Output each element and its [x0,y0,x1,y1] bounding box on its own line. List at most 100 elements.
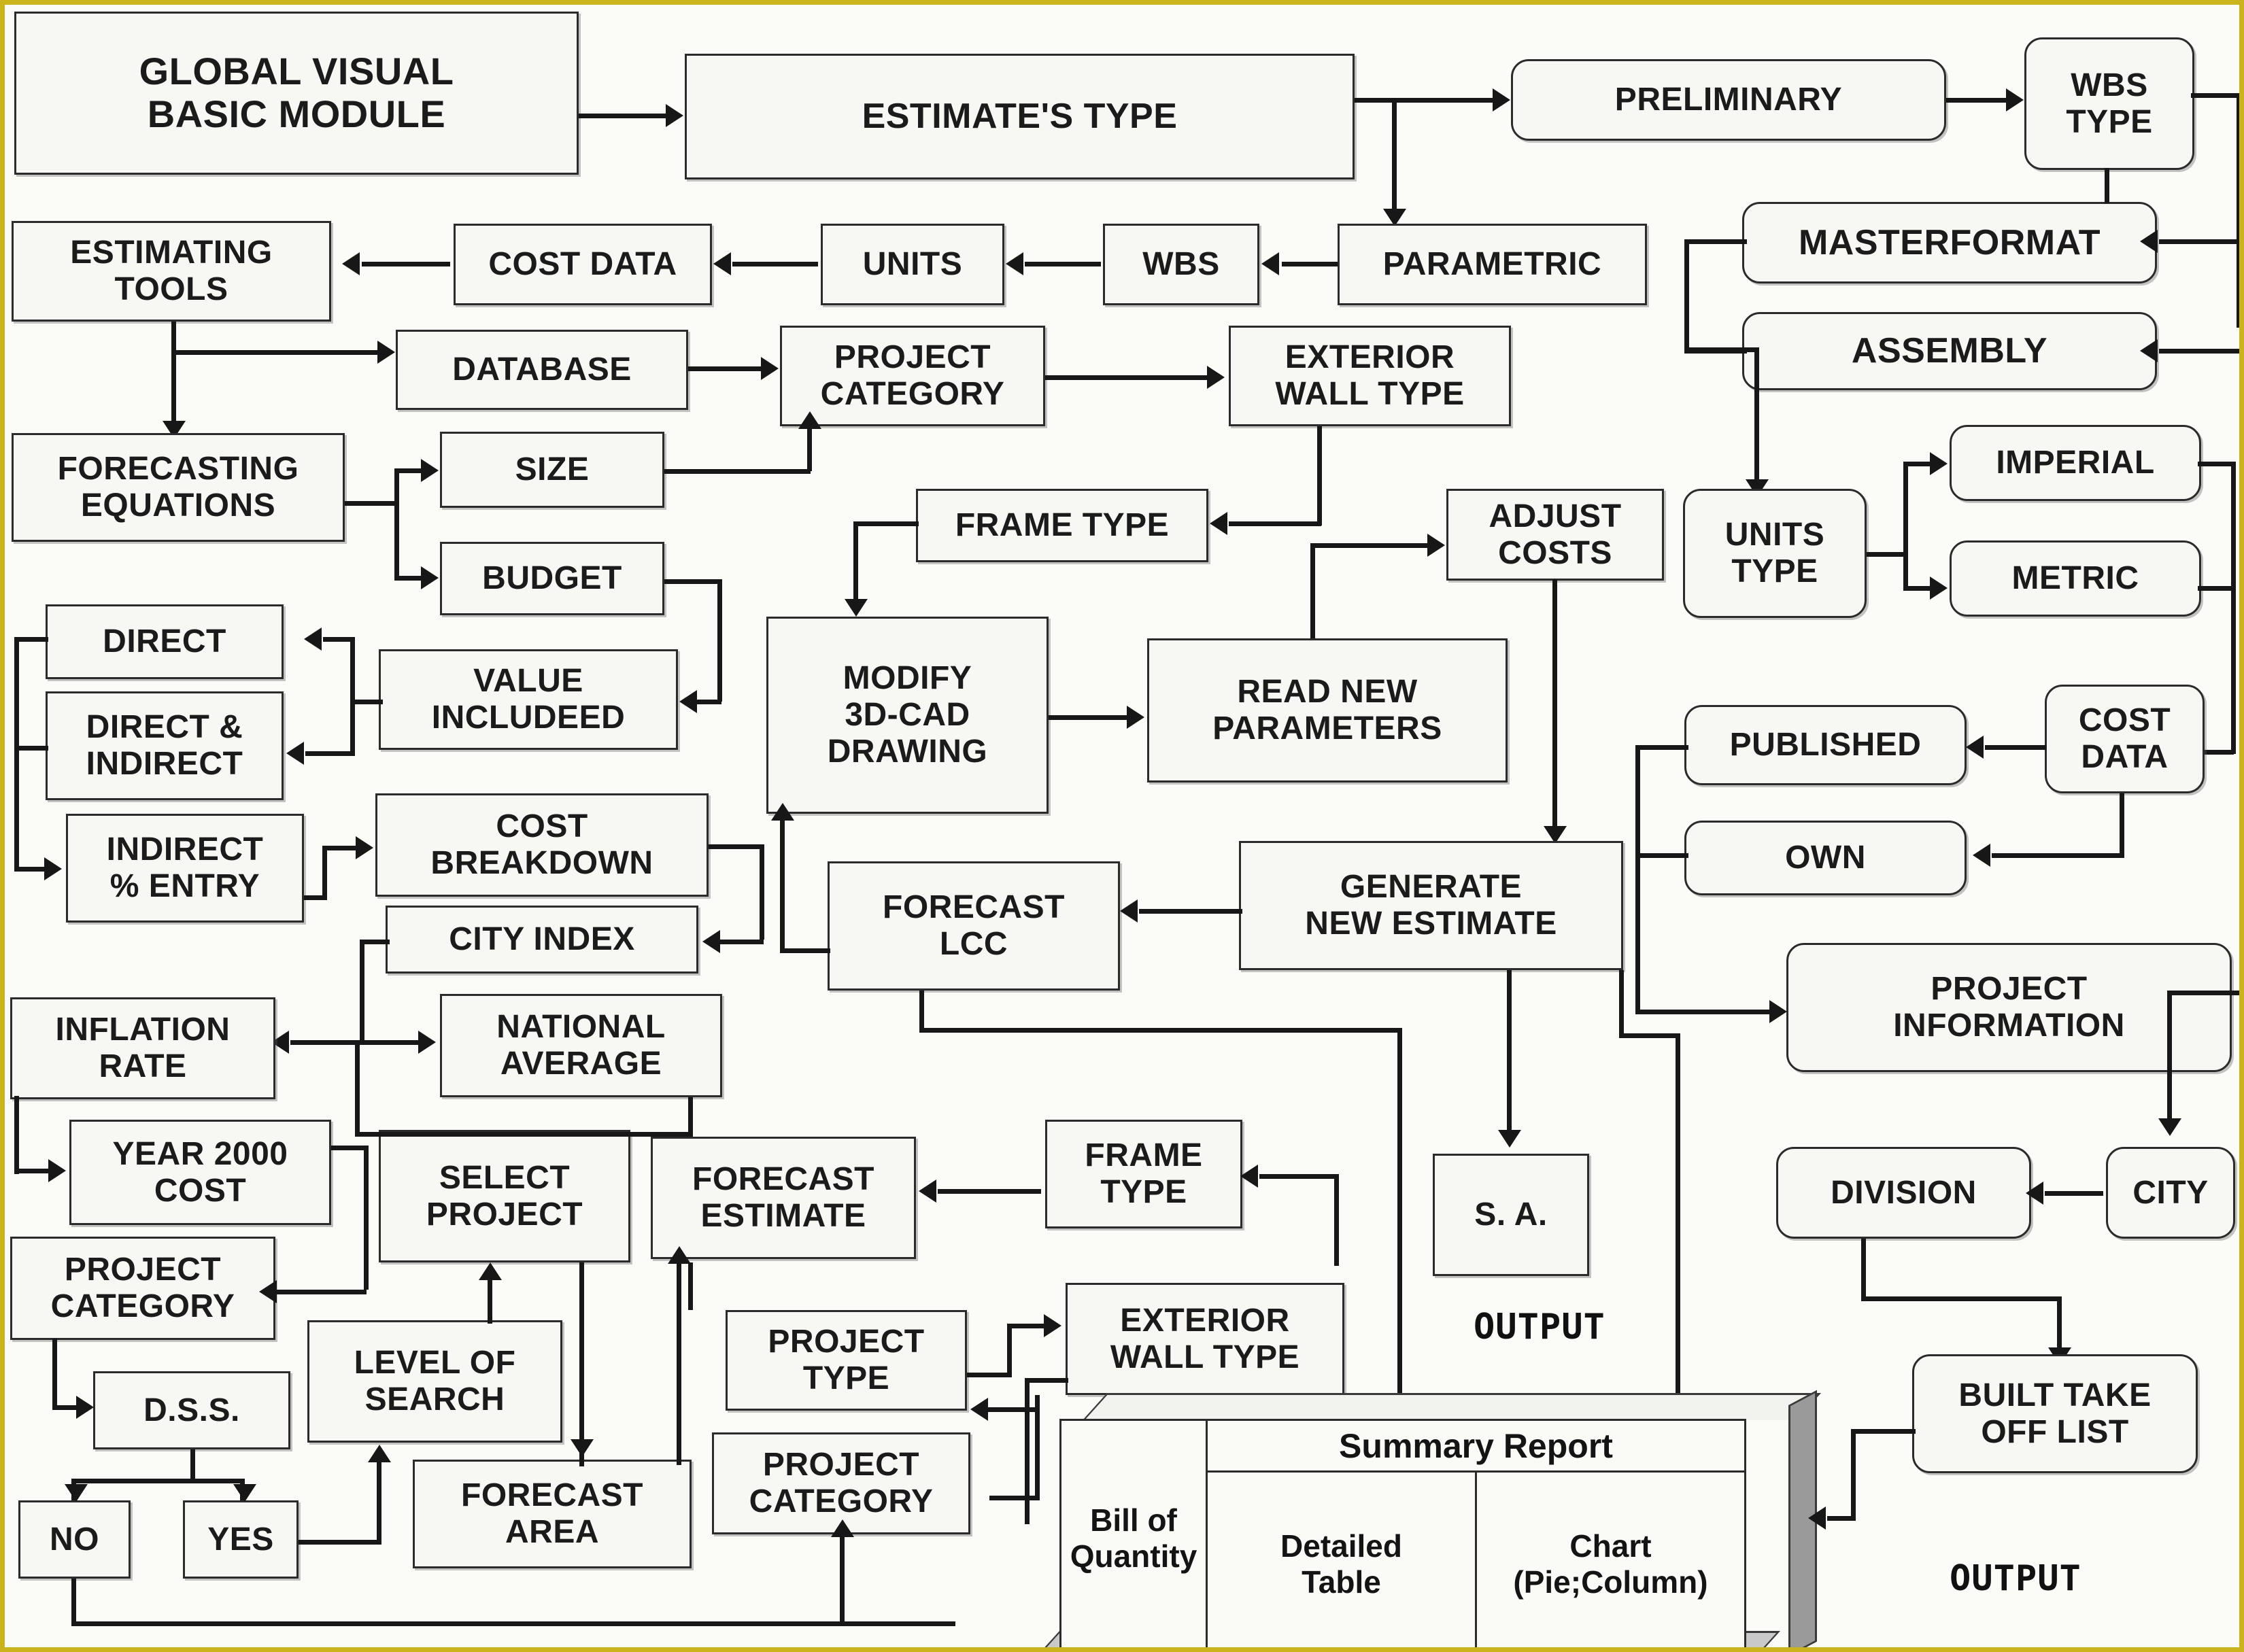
connector-mf-asm-left-spine [1684,239,1689,351]
node-cost-data-right[interactable]: COST DATA [2045,685,2205,793]
node-masterformat[interactable]: MASTERFORMAT [1742,202,2157,283]
node-forecast-estimate[interactable]: FORECAST ESTIMATE [651,1137,916,1259]
node-project-information[interactable]: PROJECT INFORMATION [1786,943,2232,1072]
node-exterior-wall-type-top[interactable]: EXTERIOR WALL TYPE [1229,326,1511,426]
connector-btol-to-report [1827,1516,1856,1521]
connector-left-spine [14,637,19,872]
connector-readnew-to-adjust [1310,543,1430,548]
arrow-spine-to-indirect [44,857,62,880]
arrow-fork-to-budget [421,566,439,589]
node-frame-type-bottom[interactable]: FRAME TYPE [1045,1120,1242,1228]
connector-division-h [1861,1296,2062,1301]
node-global-visual-basic-module[interactable]: GLOBAL VISUAL BASIC MODULE [14,12,579,175]
connector-btol-down [1851,1429,1856,1521]
node-units[interactable]: UNITS [821,224,1004,305]
node-database[interactable]: DATABASE [396,330,688,410]
node-built-take-off-list[interactable]: BUILT TAKE OFF LIST [1912,1354,2198,1473]
arrow-extwallb-to-frametype [1240,1165,1258,1188]
node-select-project[interactable]: SELECT PROJECT [379,1130,630,1262]
connector-preliminary-to-wbstype [1946,98,2007,103]
node-wbs-type[interactable]: WBS TYPE [2024,37,2194,170]
node-indirect-pct-entry[interactable]: INDIRECT % ENTRY [66,814,304,923]
node-parametric[interactable]: PARAMETRIC [1338,224,1647,305]
connector-estimates-to-parametric [1392,100,1397,212]
connector-rail-to-projinfo [1635,1010,1771,1014]
node-imperial[interactable]: IMPERIAL [1950,425,2201,501]
connector-levelofsearch-to-select [488,1277,492,1324]
connector-tools-down-stub [171,322,176,354]
node-value-includeed[interactable]: VALUE INCLUDEED [379,649,678,750]
connector-spine-indirect [14,867,47,872]
node-wbs[interactable]: WBS [1103,224,1259,305]
node-generate-new-estimate[interactable]: GENERATE NEW ESTIMATE [1239,841,1623,970]
connector-size-right [664,469,811,474]
node-forecasting-equations[interactable]: FORECASTING EQUATIONS [12,433,345,542]
label-output-center: OUTPUT [1474,1307,1605,1347]
arrow-projcat-to-extwall [1207,366,1225,389]
node-read-new-parameters[interactable]: READ NEW PARAMETERS [1147,638,1508,782]
arrow-readnew-to-adjust [1427,534,1445,557]
node-year-2000-cost[interactable]: YEAR 2000 COST [69,1120,331,1225]
node-budget[interactable]: BUDGET [440,542,664,615]
connector-budget-loop-v [717,579,722,702]
node-assembly[interactable]: ASSEMBLY [1742,312,2157,390]
node-city[interactable]: CITY [2106,1147,2235,1239]
connector-units-to-costdata [732,262,818,266]
connector-tools-to-forecasting [171,350,176,425]
arrow-btol-to-report [1808,1507,1826,1530]
node-sa[interactable]: S. A. [1433,1154,1589,1276]
node-preliminary[interactable]: PRELIMINARY [1511,59,1946,141]
node-city-index[interactable]: CITY INDEX [386,906,698,974]
arrow-to-national-average [418,1031,436,1054]
node-cost-breakdown[interactable]: COST BREAKDOWN [375,793,709,897]
node-division[interactable]: DIVISION [1776,1147,2031,1239]
node-units-type[interactable]: UNITS TYPE [1683,489,1867,618]
node-dss[interactable]: D.S.S. [93,1371,290,1449]
report-chart-cell: Chart (Pie;Column) [1513,1528,1708,1600]
connector-frametype-down [853,521,858,603]
node-forecast-area[interactable]: FORECAST AREA [413,1460,692,1568]
flowchart-canvas: GLOBAL VISUAL BASIC MODULE ESTIMATE'S TY… [0,0,2244,1652]
arrow-fork-to-imperial [1930,452,1948,475]
node-project-type[interactable]: PROJECT TYPE [726,1310,967,1411]
node-national-average[interactable]: NATIONAL AVERAGE [440,994,722,1097]
connector-division-down [1861,1239,1866,1301]
node-forecast-lcc[interactable]: FORECAST LCC [828,861,1120,991]
node-project-category-left[interactable]: PROJECT CATEGORY [10,1237,275,1340]
node-adjust-costs[interactable]: ADJUST COSTS [1446,489,1664,581]
connector-national-loop-h [355,1132,692,1137]
connector-cityindex-to-inflation [290,1040,362,1045]
node-inflation-rate[interactable]: INFLATION RATE [10,997,275,1099]
connector-costdataright-to-own [1992,853,2122,858]
node-metric[interactable]: METRIC [1950,540,2201,617]
node-yes[interactable]: YES [183,1500,299,1579]
connector-extwallb-to-projcatb [989,1496,1040,1500]
connector-fork-to-dirind [305,751,353,756]
arrow-projinfo-to-city [2158,1118,2181,1136]
arrow-into-assembly [2140,339,2158,362]
connector-modify-to-readnew [1049,715,1129,720]
node-no[interactable]: NO [18,1500,131,1579]
connector-fork-to-direct [323,637,353,642]
arrow-yes-to-levelofsearch [368,1445,391,1462]
node-cost-data-top[interactable]: COST DATA [454,224,712,305]
node-estimates-type[interactable]: ESTIMATE'S TYPE [685,54,1355,179]
node-estimating-tools[interactable]: ESTIMATING TOOLS [12,221,331,322]
node-own[interactable]: OWN [1684,821,1967,895]
arrow-dss-to-no [65,1484,88,1502]
node-direct-and-indirect[interactable]: DIRECT & INDIRECT [46,691,284,800]
node-published[interactable]: PUBLISHED [1684,705,1967,785]
node-modify-3dcad[interactable]: MODIFY 3D-CAD DRAWING [766,617,1049,814]
connector-pub-left [1635,745,1688,750]
connector-fork-to-metric [1903,586,1932,591]
connector-lcc-left-out [780,948,830,953]
connector-generate-down-to-sa [1507,970,1512,1135]
node-exterior-wall-type-bottom[interactable]: EXTERIOR WALL TYPE [1066,1283,1344,1395]
node-level-of-search[interactable]: LEVEL OF SEARCH [307,1320,562,1443]
node-frame-type-top[interactable]: FRAME TYPE [916,489,1208,562]
connector-dss-fork [71,1479,245,1483]
report-sub-row: Detailed Table Chart (Pie;Column) [1208,1473,1744,1647]
node-size[interactable]: SIZE [440,432,664,508]
node-direct[interactable]: DIRECT [46,604,284,679]
connector-wbstype-down [2105,168,2109,203]
